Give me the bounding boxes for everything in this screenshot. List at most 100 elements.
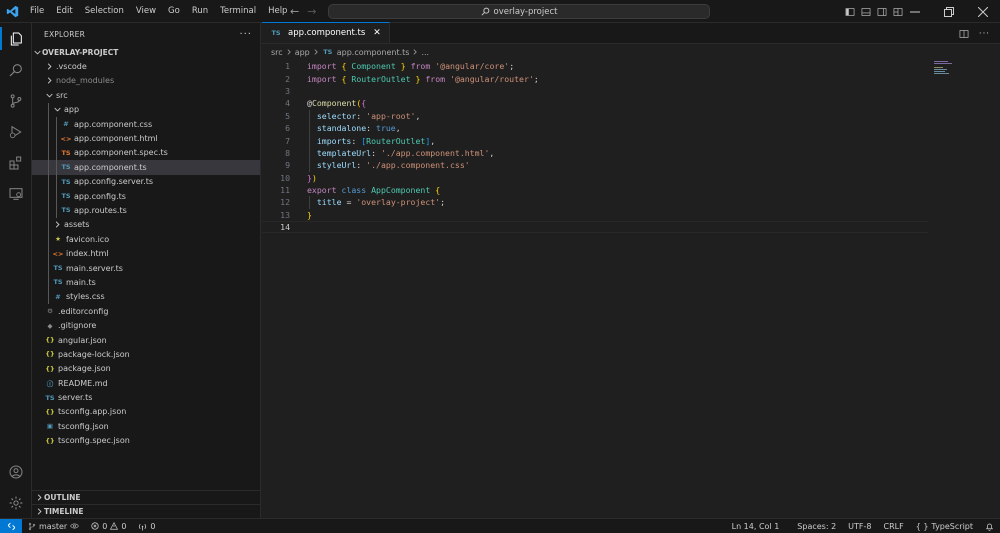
toggle-panel-icon[interactable] bbox=[861, 7, 871, 17]
code-text: export class AppComponent { bbox=[307, 185, 440, 195]
command-center-search[interactable]: overlay-project bbox=[328, 4, 710, 19]
braces-icon: { } bbox=[915, 521, 929, 531]
code-text: import { RouterOutlet } from '@angular/r… bbox=[307, 74, 539, 84]
line-endings[interactable]: CRLF bbox=[877, 522, 909, 531]
minimap[interactable] bbox=[934, 61, 958, 75]
forward-arrow-icon[interactable]: → bbox=[307, 5, 316, 18]
problems-indicator[interactable]: 0 0 bbox=[85, 522, 132, 531]
ports-indicator[interactable]: 0 bbox=[132, 522, 161, 531]
menu-file[interactable]: File bbox=[24, 0, 50, 23]
tree-item-label: README.md bbox=[58, 378, 108, 388]
toggle-primary-sidebar-icon[interactable] bbox=[845, 7, 855, 17]
code-line[interactable]: 3 bbox=[262, 85, 1000, 97]
code-line[interactable]: 1 import { Component } from '@angular/cor… bbox=[262, 60, 1000, 72]
minimize-icon[interactable] bbox=[898, 0, 932, 23]
branch-indicator[interactable]: master bbox=[22, 522, 85, 531]
code-line[interactable]: 4 @Component({ bbox=[262, 97, 1000, 109]
tree-file[interactable]: # styles.css bbox=[32, 289, 260, 305]
back-arrow-icon[interactable]: ← bbox=[290, 5, 299, 18]
breadcrumb-item[interactable]: src bbox=[271, 48, 283, 57]
toggle-secondary-sidebar-icon[interactable] bbox=[877, 7, 887, 17]
tab-close-icon[interactable]: ✕ bbox=[373, 28, 381, 38]
tree-file[interactable]: ⚙ .editorconfig bbox=[32, 304, 260, 318]
tree-file[interactable]: # app.component.css bbox=[32, 116, 260, 132]
menu-view[interactable]: View bbox=[130, 0, 162, 23]
breadcrumb-item[interactable]: app bbox=[295, 48, 310, 57]
tree-file[interactable]: {} tsconfig.app.json bbox=[32, 405, 260, 419]
tree-item-label: .gitignore bbox=[58, 321, 97, 331]
tree-folder[interactable]: app bbox=[32, 102, 260, 117]
source-control-icon[interactable] bbox=[0, 85, 32, 116]
html-icon: <> bbox=[60, 134, 72, 143]
tree-file[interactable]: <> index.html bbox=[32, 246, 260, 261]
menu-terminal[interactable]: Terminal bbox=[214, 0, 262, 23]
indentation[interactable]: Spaces: 2 bbox=[785, 522, 842, 531]
encoding[interactable]: UTF-8 bbox=[842, 522, 877, 531]
tree-file[interactable]: TS app.config.server.ts bbox=[32, 174, 260, 189]
tree-file[interactable]: {} angular.json bbox=[32, 333, 260, 347]
run-debug-icon[interactable] bbox=[0, 116, 32, 147]
tab-label: app.component.ts bbox=[288, 28, 366, 38]
remote-indicator-icon[interactable] bbox=[0, 519, 22, 533]
search-icon[interactable] bbox=[0, 54, 32, 85]
tree-file[interactable]: TS main.server.ts bbox=[32, 260, 260, 276]
code-line[interactable]: 14 bbox=[262, 221, 928, 234]
cursor-position[interactable]: Ln 14, Col 1 bbox=[726, 522, 786, 531]
breadcrumb-item[interactable]: ... bbox=[421, 48, 429, 57]
code-line[interactable]: 6 standalone: true, bbox=[262, 122, 1000, 134]
breadcrumb-item[interactable]: app.component.ts bbox=[337, 48, 410, 57]
tree-folder[interactable]: node_modules bbox=[32, 74, 260, 88]
chevron-right-icon bbox=[286, 48, 292, 57]
tree-file[interactable]: {} tsconfig.spec.json bbox=[32, 434, 260, 448]
explorer-icon[interactable] bbox=[0, 23, 32, 54]
timeline-section[interactable]: TIMELINE bbox=[32, 504, 260, 518]
code-token: './app.component.css' bbox=[366, 160, 470, 171]
tree-file[interactable]: TS app.routes.ts bbox=[32, 203, 260, 218]
outline-section[interactable]: OUTLINE bbox=[32, 490, 260, 504]
code-line[interactable]: 12 title = 'overlay-project'; bbox=[262, 196, 1000, 208]
code-line[interactable]: 8 templateUrl: './app.component.html', bbox=[262, 147, 1000, 159]
remote-explorer-icon[interactable] bbox=[0, 178, 32, 209]
tree-file[interactable]: TS app.component.spec.ts bbox=[32, 145, 260, 161]
extensions-icon[interactable] bbox=[0, 147, 32, 178]
code-line[interactable]: 11 export class AppComponent { bbox=[262, 184, 1000, 196]
tab-app-component-ts[interactable]: TS app.component.ts ✕ bbox=[262, 22, 390, 43]
menu-help[interactable]: Help bbox=[262, 0, 293, 23]
tree-file[interactable]: ★ favicon.ico bbox=[32, 232, 260, 247]
tree-file[interactable]: ◆ .gitignore bbox=[32, 318, 260, 332]
tree-folder[interactable]: assets bbox=[32, 217, 260, 233]
tree-file[interactable]: TS server.ts bbox=[32, 390, 260, 404]
code-line[interactable]: 9 styleUrl: './app.component.css' bbox=[262, 159, 1000, 171]
language-mode[interactable]: { } TypeScript bbox=[910, 522, 979, 531]
restore-icon[interactable] bbox=[932, 0, 966, 23]
project-root-folder[interactable]: OVERLAY-PROJECT bbox=[32, 45, 260, 59]
tree-file[interactable]: TS app.config.ts bbox=[32, 188, 260, 204]
editor-more-actions-icon[interactable]: ··· bbox=[979, 29, 990, 39]
menu-selection[interactable]: Selection bbox=[79, 0, 130, 23]
tree-file[interactable]: ▣ tsconfig.json bbox=[32, 419, 260, 433]
tree-folder[interactable]: .vscode bbox=[32, 59, 260, 73]
tree-file[interactable]: {} package-lock.json bbox=[32, 347, 260, 361]
code-line[interactable]: 2 import { RouterOutlet } from '@angular/… bbox=[262, 72, 1000, 84]
split-editor-icon[interactable] bbox=[959, 29, 969, 39]
editor-scrollbar[interactable] bbox=[988, 60, 1000, 518]
tree-folder[interactable]: src bbox=[32, 88, 260, 102]
tree-file[interactable]: {} package.json bbox=[32, 362, 260, 376]
tree-file[interactable]: TS app.component.ts bbox=[32, 160, 260, 175]
close-icon[interactable] bbox=[966, 0, 1000, 23]
accounts-icon[interactable] bbox=[0, 456, 32, 487]
code-line[interactable]: 5 selector: 'app-root', bbox=[262, 110, 1000, 122]
code-editor[interactable]: 1 import { Component } from '@angular/cor… bbox=[262, 60, 1000, 234]
code-line[interactable]: 7 imports: [RouterOutlet], bbox=[262, 134, 1000, 146]
tree-file[interactable]: ⓘ README.md bbox=[32, 376, 260, 390]
settings-gear-icon[interactable] bbox=[0, 487, 32, 518]
menu-edit[interactable]: Edit bbox=[50, 0, 78, 23]
tree-file[interactable]: TS main.ts bbox=[32, 275, 260, 290]
menu-run[interactable]: Run bbox=[186, 0, 214, 23]
tree-file[interactable]: <> app.component.html bbox=[32, 131, 260, 146]
code-line[interactable]: 13} bbox=[262, 209, 1000, 221]
code-line[interactable]: 10}) bbox=[262, 172, 1000, 184]
menu-go[interactable]: Go bbox=[162, 0, 186, 23]
notifications-bell-icon[interactable] bbox=[979, 522, 1000, 531]
more-actions-icon[interactable]: ··· bbox=[239, 29, 252, 40]
